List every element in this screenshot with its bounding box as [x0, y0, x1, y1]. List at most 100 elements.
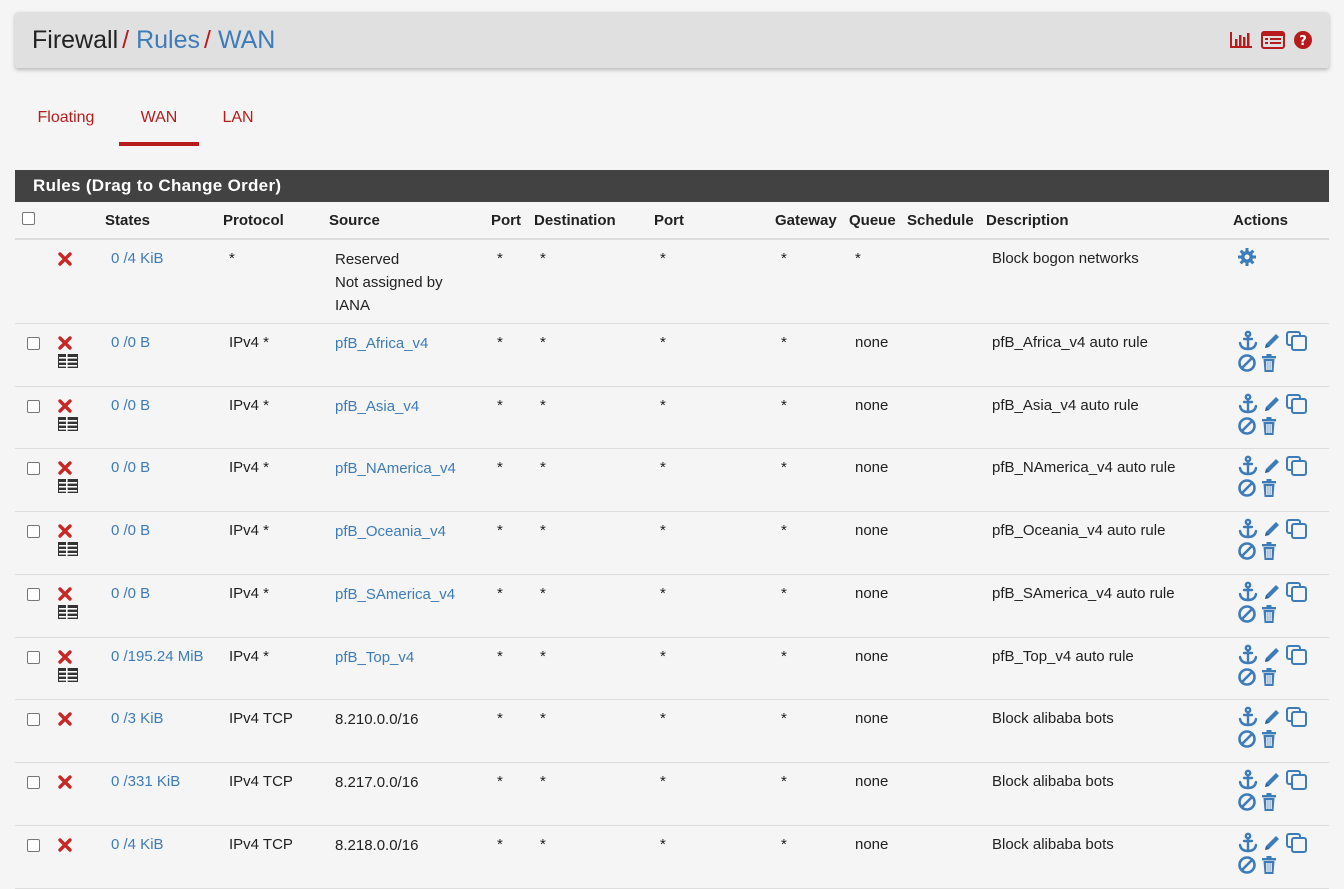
rule-states[interactable]: 0 /331 KiB [111, 773, 180, 790]
anchor-icon[interactable] [1237, 455, 1259, 477]
copy-icon[interactable] [1285, 832, 1309, 854]
alias-list-icon[interactable] [57, 353, 79, 369]
table-row[interactable]: 0 /331 KiB IPv4 TCP 8.217.0.0/16 * * * * none Bl… [15, 762, 1329, 826]
rule-states[interactable]: 0 /195.24 MiB [111, 648, 204, 665]
copy-icon[interactable] [1285, 706, 1309, 728]
bar-chart-icon[interactable] [1229, 30, 1253, 50]
breadcrumb-rules-link[interactable]: Rules [136, 26, 200, 54]
copy-icon[interactable] [1285, 644, 1309, 666]
table-row[interactable]: 0 /3 KiB IPv4 TCP 8.210.0.0/16 * * * * none Bloc… [15, 699, 1329, 763]
tab-wan[interactable]: WAN [119, 96, 199, 146]
disable-icon[interactable] [1237, 416, 1257, 436]
rule-source[interactable]: pfB_Asia_v4 [335, 398, 419, 415]
disable-icon[interactable] [1237, 604, 1257, 624]
edit-pencil-icon[interactable] [1262, 519, 1282, 539]
alias-list-icon[interactable] [57, 478, 79, 494]
list-icon[interactable] [1261, 30, 1285, 50]
table-row[interactable]: 0 /4 KiB IPv4 TCP 8.218.0.0/16 * * * * none Bloc… [15, 825, 1329, 889]
trash-icon[interactable] [1260, 792, 1278, 812]
row-checkbox[interactable] [27, 336, 40, 350]
trash-icon[interactable] [1260, 667, 1278, 687]
disable-icon[interactable] [1237, 478, 1257, 498]
panel-title: Rules (Drag to Change Order) [15, 170, 1329, 202]
copy-icon[interactable] [1285, 393, 1309, 415]
alias-list-icon[interactable] [57, 667, 79, 683]
disable-icon[interactable] [1237, 729, 1257, 749]
gear-icon[interactable] [1237, 247, 1257, 267]
trash-icon[interactable] [1260, 353, 1278, 373]
anchor-icon[interactable] [1237, 393, 1259, 415]
copy-icon[interactable] [1285, 330, 1309, 352]
disable-icon[interactable] [1237, 792, 1257, 812]
rule-states[interactable]: 0 /0 B [111, 459, 150, 476]
trash-icon[interactable] [1260, 855, 1278, 875]
row-checkbox[interactable] [27, 712, 40, 726]
anchor-icon[interactable] [1237, 330, 1259, 352]
edit-pencil-icon[interactable] [1262, 331, 1282, 351]
edit-pencil-icon[interactable] [1262, 394, 1282, 414]
tab-lan[interactable]: LAN [208, 96, 268, 146]
row-checkbox[interactable] [27, 775, 40, 789]
rule-states[interactable]: 0 /4 KiB [111, 250, 164, 267]
row-checkbox[interactable] [27, 587, 40, 601]
table-row[interactable]: 0 /0 B IPv4 * pfB_Africa_v4 * * * * none pfB_Afr… [15, 323, 1329, 387]
disable-icon[interactable] [1237, 855, 1257, 875]
tab-floating[interactable]: Floating [23, 96, 109, 146]
rule-states[interactable]: 0 /4 KiB [111, 836, 164, 853]
copy-icon[interactable] [1285, 455, 1309, 477]
table-row[interactable]: 0 /0 B IPv4 * pfB_Asia_v4 * * * * none pfB_Asia_… [15, 386, 1329, 449]
select-all-checkbox[interactable] [22, 211, 35, 225]
edit-pencil-icon[interactable] [1262, 582, 1282, 602]
row-checkbox[interactable] [27, 461, 40, 475]
rule-source[interactable]: pfB_Top_v4 [335, 649, 414, 666]
breadcrumb-wan-link[interactable]: WAN [218, 26, 275, 54]
copy-icon[interactable] [1285, 769, 1309, 791]
copy-icon[interactable] [1285, 581, 1309, 603]
rule-states[interactable]: 0 /3 KiB [111, 710, 164, 727]
rule-port: * [491, 574, 534, 638]
edit-pencil-icon[interactable] [1262, 707, 1282, 727]
disable-icon[interactable] [1237, 353, 1257, 373]
edit-pencil-icon[interactable] [1262, 833, 1282, 853]
rule-destination-port: * [654, 386, 775, 449]
trash-icon[interactable] [1260, 729, 1278, 749]
table-row[interactable]: 0 /0 B IPv4 * pfB_NAmerica_v4 * * * * none pfB_N… [15, 448, 1329, 512]
help-icon[interactable]: ? [1293, 30, 1313, 50]
anchor-icon[interactable] [1237, 518, 1259, 540]
rule-states[interactable]: 0 /0 B [111, 522, 150, 539]
trash-icon[interactable] [1260, 604, 1278, 624]
edit-pencil-icon[interactable] [1262, 770, 1282, 790]
rule-destination: * [534, 239, 654, 324]
anchor-icon[interactable] [1237, 644, 1259, 666]
rule-source[interactable]: pfB_NAmerica_v4 [335, 460, 456, 477]
alias-list-icon[interactable] [57, 541, 79, 557]
rule-states[interactable]: 0 /0 B [111, 397, 150, 414]
trash-icon[interactable] [1260, 416, 1278, 436]
edit-pencil-icon[interactable] [1262, 456, 1282, 476]
anchor-icon[interactable] [1237, 769, 1259, 791]
row-checkbox[interactable] [27, 650, 40, 664]
trash-icon[interactable] [1260, 541, 1278, 561]
row-checkbox[interactable] [27, 838, 40, 852]
edit-pencil-icon[interactable] [1262, 645, 1282, 665]
disable-icon[interactable] [1237, 541, 1257, 561]
anchor-icon[interactable] [1237, 706, 1259, 728]
disable-icon[interactable] [1237, 667, 1257, 687]
table-row[interactable]: 0 /195.24 MiB IPv4 * pfB_Top_v4 * * * * none pfB… [15, 637, 1329, 700]
rule-source[interactable]: pfB_SAmerica_v4 [335, 586, 455, 603]
rule-source[interactable]: pfB_Africa_v4 [335, 335, 428, 352]
rule-source[interactable]: pfB_Oceania_v4 [335, 523, 446, 540]
table-row[interactable]: 0 /0 B IPv4 * pfB_SAmerica_v4 * * * * none pfB_S… [15, 574, 1329, 638]
alias-list-icon[interactable] [57, 416, 79, 432]
trash-icon[interactable] [1260, 478, 1278, 498]
copy-icon[interactable] [1285, 518, 1309, 540]
anchor-icon[interactable] [1237, 832, 1259, 854]
table-row[interactable]: 0 /4 KiB * Reserved Not assigned by IANA * * * *… [15, 239, 1329, 324]
rule-states[interactable]: 0 /0 B [111, 334, 150, 351]
row-checkbox[interactable] [27, 399, 40, 413]
alias-list-icon[interactable] [57, 604, 79, 620]
anchor-icon[interactable] [1237, 581, 1259, 603]
row-checkbox[interactable] [27, 524, 40, 538]
table-row[interactable]: 0 /0 B IPv4 * pfB_Oceania_v4 * * * * none pfB_Oc… [15, 511, 1329, 575]
rule-states[interactable]: 0 /0 B [111, 585, 150, 602]
